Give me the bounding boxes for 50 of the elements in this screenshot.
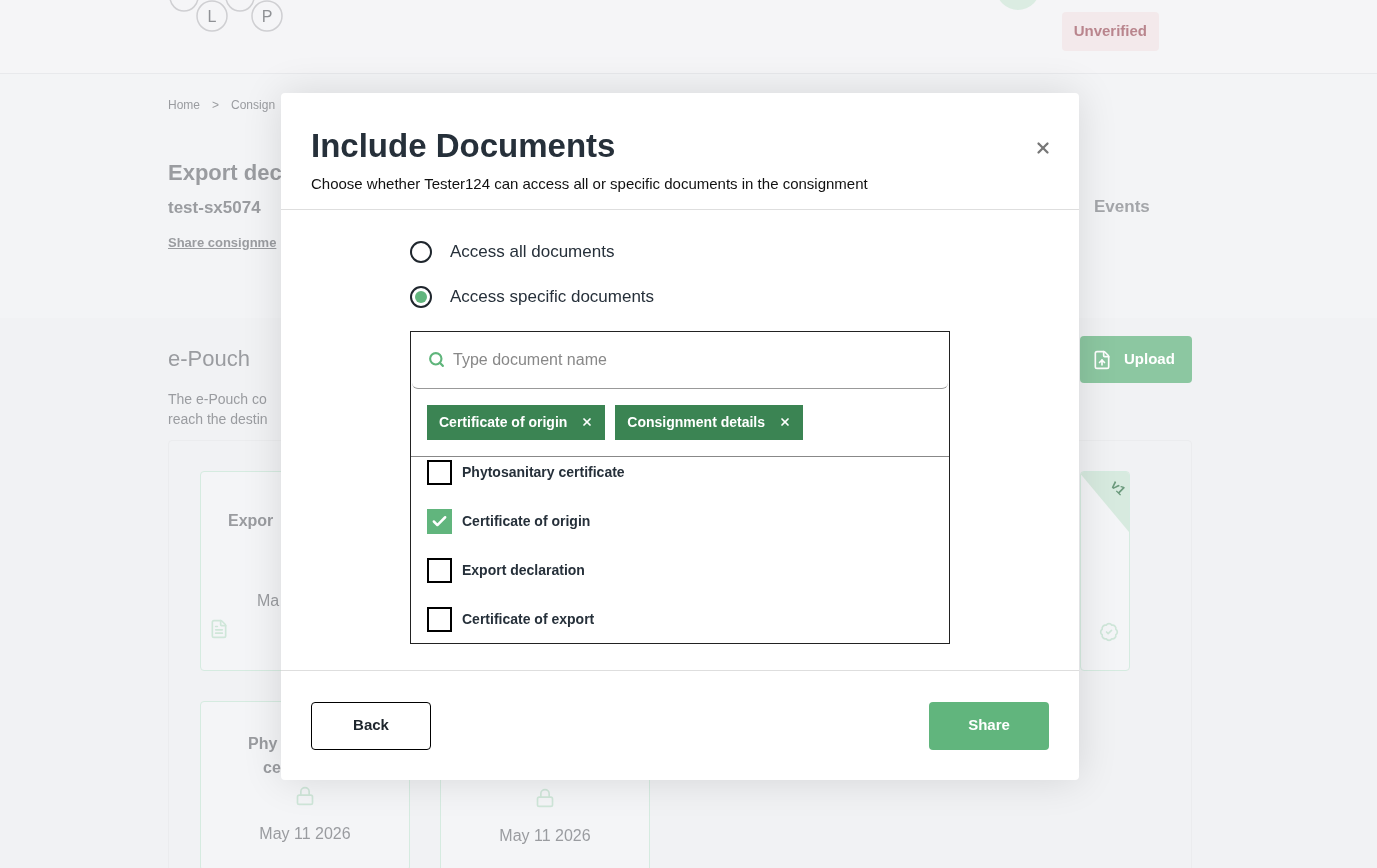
document-option[interactable]: Certificate of export	[427, 607, 595, 632]
remove-tag-icon[interactable]	[581, 416, 594, 428]
card-title: Phy	[248, 734, 278, 754]
events-tab[interactable]: Events	[1094, 194, 1150, 220]
verified-icon	[1099, 622, 1119, 642]
file-icon	[209, 617, 229, 641]
access-radio-option[interactable]: Access specific documents	[410, 285, 655, 309]
checkbox[interactable]	[427, 460, 452, 485]
selected-document-tag: Consignment details	[615, 404, 804, 440]
card-title: Expor	[228, 511, 274, 531]
consignment-reference: test-sx5074	[168, 197, 261, 219]
breadcrumb-link[interactable]: Home	[168, 96, 200, 114]
radio-button[interactable]	[410, 241, 432, 263]
card-date: May 11 2026	[499, 826, 591, 846]
section-description: reach the destin	[168, 410, 268, 429]
document-option[interactable]: Certificate of origin	[427, 509, 591, 534]
share-button[interactable]: Share	[929, 701, 1049, 750]
document-option[interactable]: Export declaration	[427, 558, 585, 583]
document-option[interactable]: Phytosanitary certificate	[427, 460, 625, 485]
checkbox[interactable]	[427, 558, 452, 583]
section-title: e-Pouch	[168, 345, 250, 373]
page-title: Export dec	[168, 159, 282, 187]
breadcrumb-separator: >	[212, 97, 220, 114]
section-description: The e-Pouch co	[168, 390, 267, 409]
lock-icon	[535, 788, 555, 808]
checkbox[interactable]	[427, 509, 452, 534]
lock-icon	[295, 786, 315, 806]
dialog-title: Include Documents	[311, 126, 616, 166]
access-radio-option[interactable]: Access all documents	[410, 240, 615, 264]
search-field[interactable]: Type document name	[412, 331, 948, 389]
dialog-subtitle: Choose whether Tester124 can access all or specific documents in the consignment	[311, 174, 869, 194]
card-title: ce	[263, 758, 281, 778]
version-corner-icon	[1081, 472, 1129, 532]
breadcrumb-link[interactable]: Consign	[231, 96, 276, 114]
status-badge: Unverified	[1061, 12, 1159, 51]
back-button[interactable]: Back	[311, 701, 431, 750]
document-card[interactable]: v1	[1080, 471, 1130, 671]
search-input[interactable]: Type document name	[453, 347, 948, 372]
upload-button[interactable]: Upload	[1080, 336, 1192, 383]
share-link[interactable]: Share consignme	[168, 232, 277, 252]
selected-document-tag: Certificate of origin	[427, 404, 606, 440]
card-date: Ma	[257, 591, 280, 611]
logo: L P	[168, 0, 286, 32]
close-icon	[1034, 139, 1052, 157]
card-date: May 11 2026	[259, 824, 351, 844]
version-label: v1	[1106, 476, 1129, 500]
radio-button[interactable]	[410, 286, 432, 308]
search-icon	[428, 351, 445, 368]
checkbox[interactable]	[427, 607, 452, 632]
remove-tag-icon[interactable]	[779, 416, 792, 428]
